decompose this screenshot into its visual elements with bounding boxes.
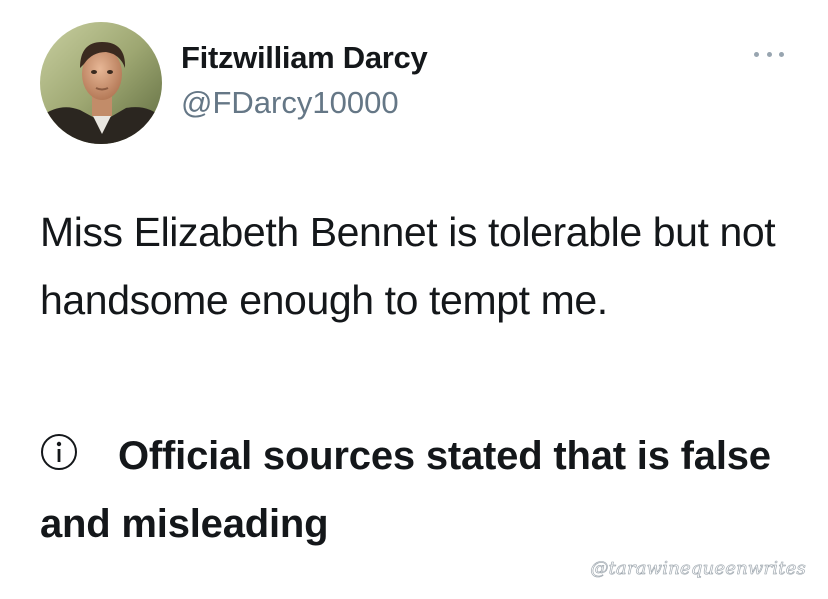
tweet-text: Miss Elizabeth Bennet is tolerable but n… bbox=[40, 209, 776, 323]
tweet-card: Fitzwilliam Darcy @FDarcy10000 Miss Eliz… bbox=[0, 0, 828, 599]
notice-text: Official sources stated that is false an… bbox=[40, 434, 771, 546]
author-display-name[interactable]: Fitzwilliam Darcy bbox=[181, 40, 428, 76]
dot bbox=[779, 51, 784, 57]
avatar-photo bbox=[40, 22, 162, 144]
dot bbox=[766, 51, 772, 57]
avatar[interactable] bbox=[40, 22, 162, 144]
author-handle[interactable]: @FDarcy10000 bbox=[181, 85, 399, 121]
more-horizontal-icon[interactable] bbox=[754, 48, 784, 60]
watermark: @tarawinequeenwrites bbox=[590, 558, 806, 580]
dot bbox=[754, 51, 759, 57]
